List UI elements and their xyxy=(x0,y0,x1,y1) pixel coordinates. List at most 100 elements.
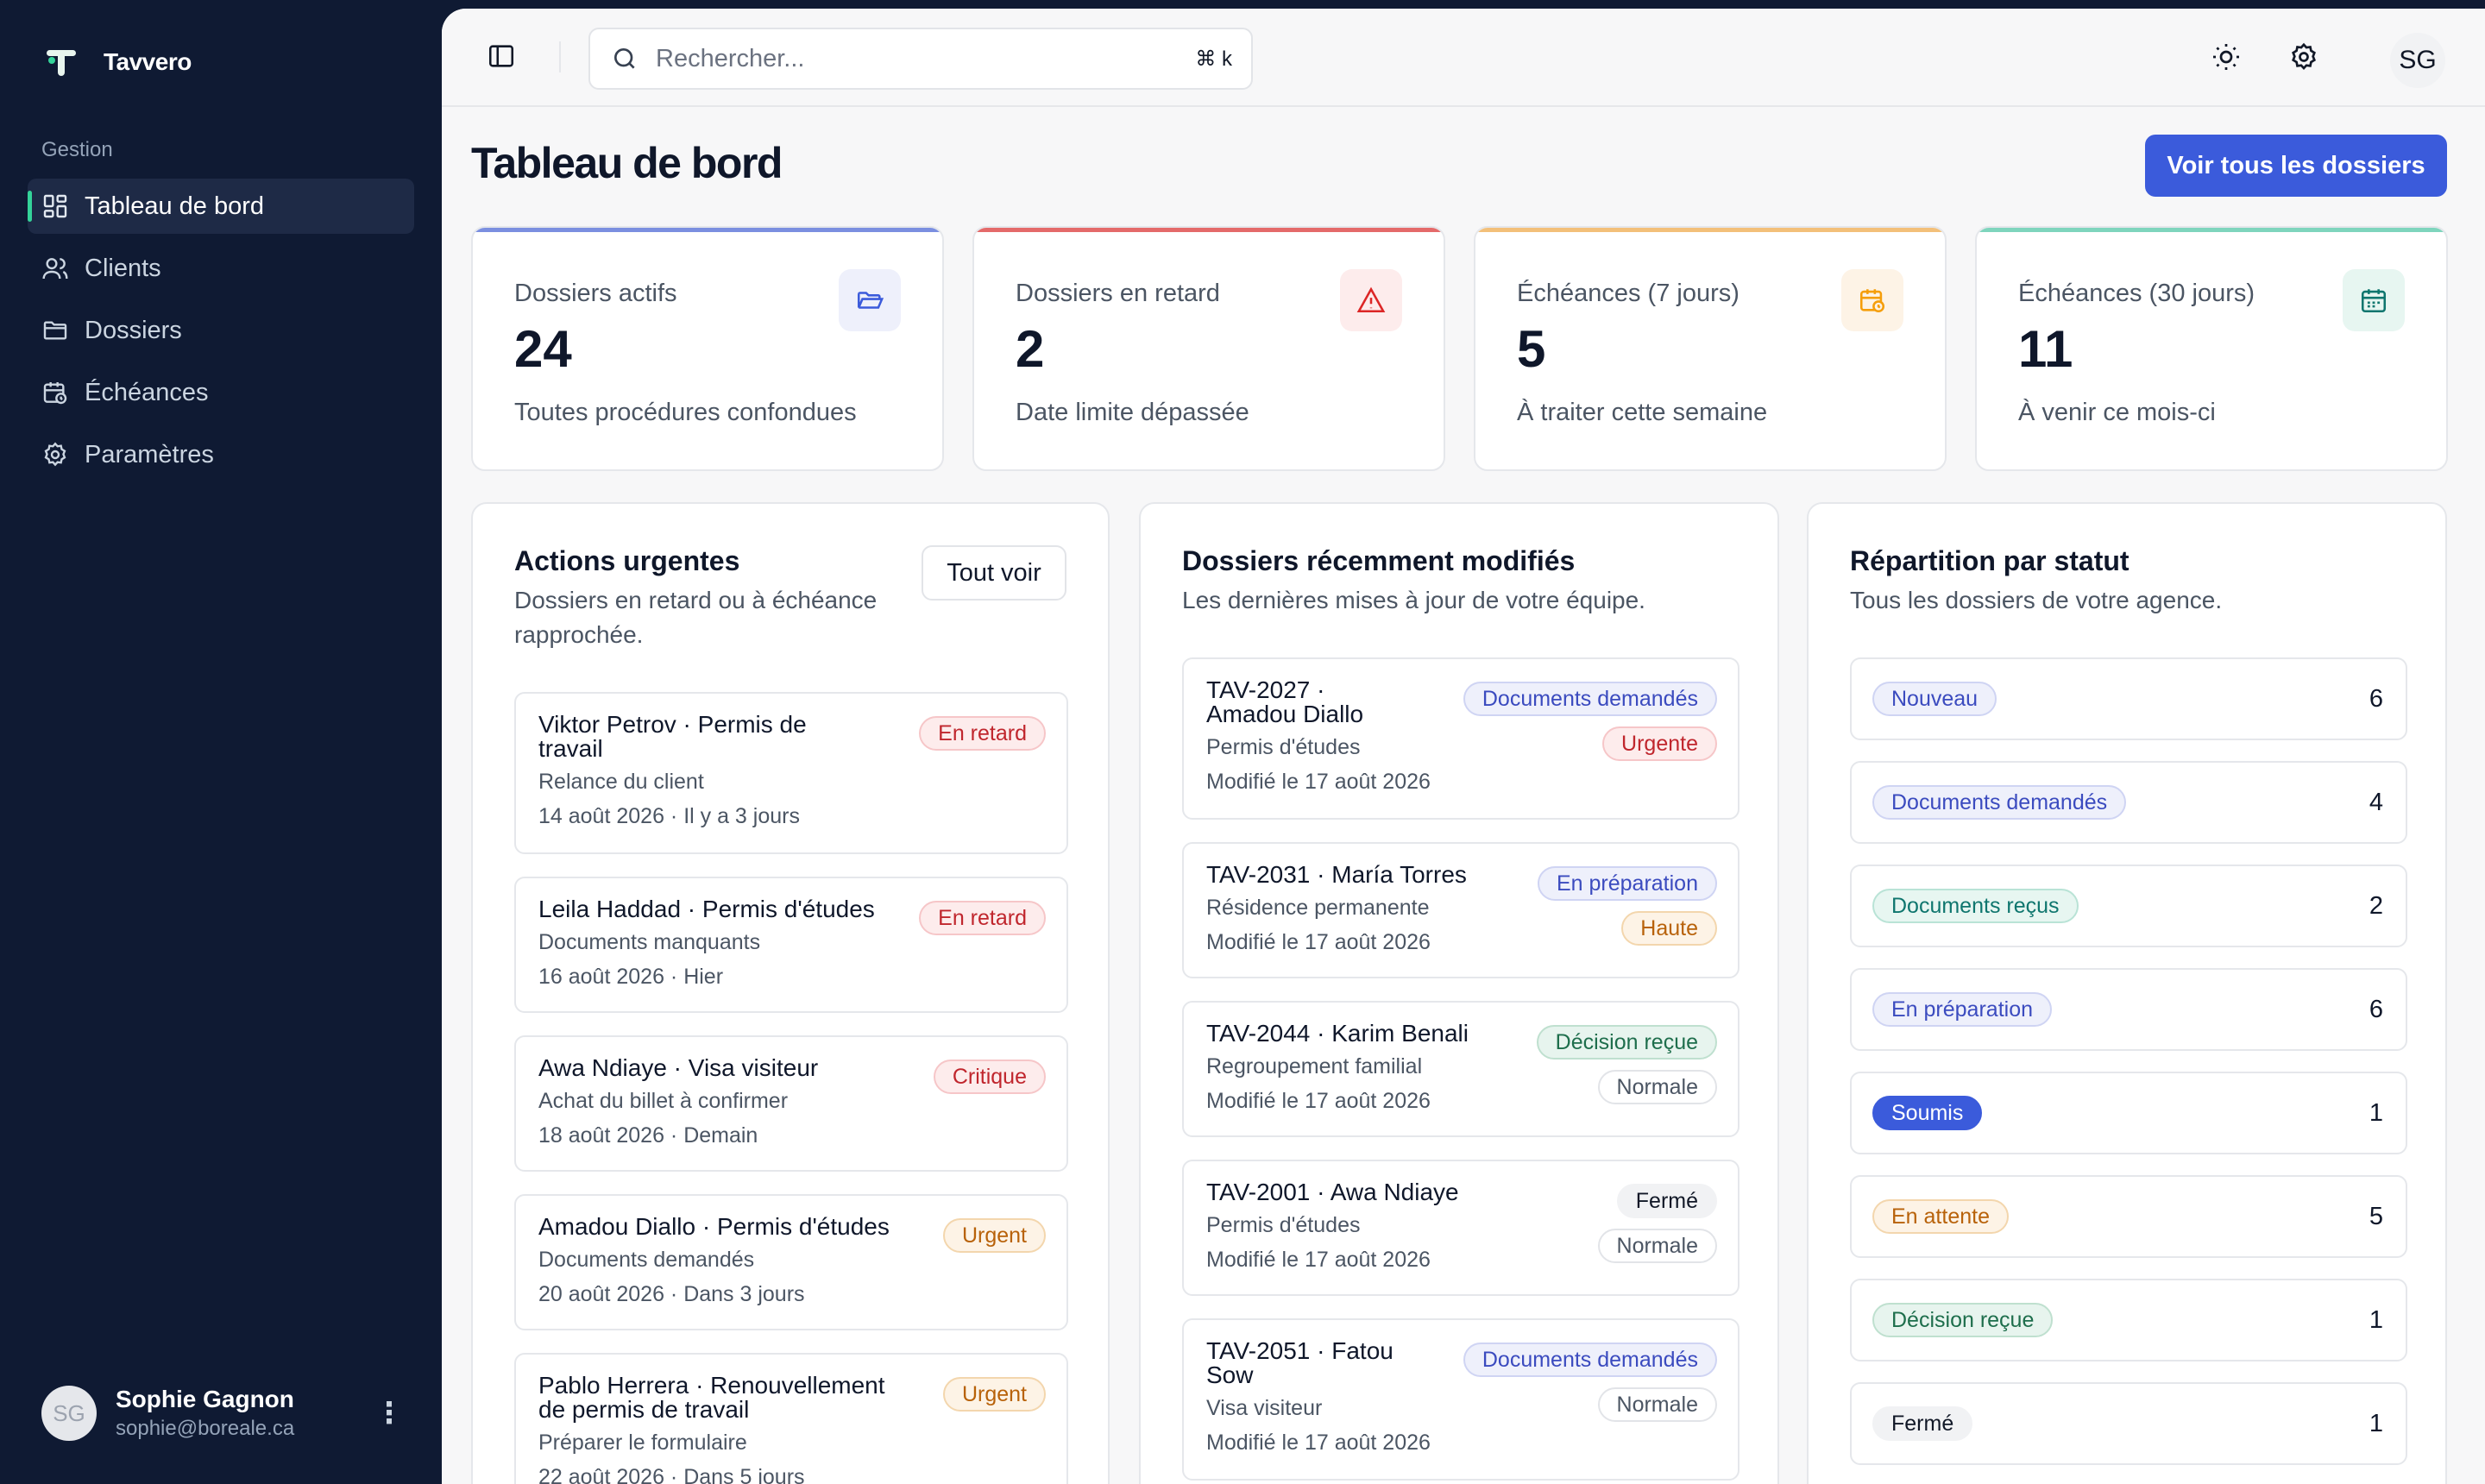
status-badge: En retard xyxy=(919,716,1046,751)
status-badge: En préparation xyxy=(1537,866,1717,901)
list-item[interactable]: Leila Haddad · Permis d'études Documents… xyxy=(514,877,1068,1013)
calendar-clock-icon xyxy=(1841,269,1903,331)
stat-subtitle: À traiter cette semaine xyxy=(1517,399,1768,426)
list-item[interactable]: TAV-2051 · Fatou Sow Visa visiteur Modifi… xyxy=(1182,1318,1740,1481)
item-title: TAV-2031 · María Torres xyxy=(1206,861,1467,888)
item-subtitle: Documents manquants xyxy=(538,930,761,954)
search-input[interactable] xyxy=(656,44,1173,73)
item-title: Viktor Petrov · Permis de travail xyxy=(538,711,807,762)
status-badge: Soumis xyxy=(1872,1096,1983,1130)
user-email: sophie@boreale.ca xyxy=(116,1417,295,1440)
item-title: Leila Haddad · Permis d'études xyxy=(538,896,875,922)
stat-accent xyxy=(473,228,942,232)
users-icon xyxy=(42,258,68,280)
user-name: Sophie Gagnon xyxy=(116,1386,294,1412)
status-count: 6 xyxy=(2369,685,2383,713)
search-icon xyxy=(614,48,635,69)
item-subtitle: Permis d'études xyxy=(1206,735,1361,759)
brand[interactable]: Tavvero xyxy=(45,47,192,78)
status-distribution-panel: Répartition par statut Tous les dossiers… xyxy=(1807,502,2447,1484)
status-badge: Urgent xyxy=(942,1377,1046,1412)
item-title: TAV-2027 · Amadou Diallo xyxy=(1206,676,1364,727)
folder-open-icon xyxy=(839,269,901,331)
stat-subtitle: À venir ce mois-ci xyxy=(2018,399,2216,426)
priority-badge: Urgente xyxy=(1602,726,1717,761)
panel-title: Répartition par statut xyxy=(1850,545,2130,576)
item-date: Modifié le 17 août 2026 xyxy=(1206,1089,1431,1113)
item-subtitle: Résidence permanente xyxy=(1206,896,1430,920)
priority-badge: Normale xyxy=(1597,1229,1717,1263)
alert-triangle-icon xyxy=(1340,269,1402,331)
sidebar-item-dashboard[interactable]: Tableau de bord xyxy=(28,179,414,234)
status-row[interactable]: En attente 5 xyxy=(1850,1175,2407,1258)
status-row[interactable]: Décision reçue 1 xyxy=(1850,1279,2407,1361)
status-row[interactable]: Soumis 1 xyxy=(1850,1072,2407,1154)
sidebar: Tavvero Gestion Tableau de bord Clients … xyxy=(0,0,442,1484)
recent-dossiers-panel: Dossiers récemment modifiés Les dernière… xyxy=(1139,502,1779,1484)
brand-logo-icon xyxy=(45,47,78,78)
sun-icon[interactable] xyxy=(2211,41,2242,72)
stat-accent xyxy=(1977,228,2446,232)
item-date: 20 août 2026 · Dans 3 jours xyxy=(538,1282,805,1306)
status-badge: Urgent xyxy=(942,1218,1046,1253)
status-row[interactable]: Documents reçus 2 xyxy=(1850,865,2407,947)
item-title: TAV-2001 · Awa Ndiaye xyxy=(1206,1179,1459,1205)
status-row[interactable]: Nouveau 6 xyxy=(1850,657,2407,740)
status-row[interactable]: Fermé 1 xyxy=(1850,1382,2407,1465)
sidebar-item-parametres[interactable]: Paramètres xyxy=(28,427,414,482)
gear-icon xyxy=(44,442,66,467)
sidebar-item-clients[interactable]: Clients xyxy=(28,241,414,296)
item-subtitle: Visa visiteur xyxy=(1206,1396,1323,1420)
sidebar-item-dossiers[interactable]: Dossiers xyxy=(28,303,414,358)
stat-accent xyxy=(974,228,1444,232)
sidebar-toggle-icon[interactable] xyxy=(487,41,516,71)
status-badge: Nouveau xyxy=(1872,682,1997,716)
sidebar-nav: Tableau de bord Clients Dossiers Échéanc… xyxy=(28,179,414,489)
gear-icon[interactable] xyxy=(2288,41,2319,72)
panel-description: Dossiers en retard ou à échéance rapproc… xyxy=(514,583,877,652)
sidebar-item-label: Dossiers xyxy=(85,316,182,344)
status-badge: Critique xyxy=(933,1060,1046,1094)
panel-title: Dossiers récemment modifiés xyxy=(1182,545,1576,576)
brand-name: Tavvero xyxy=(104,48,192,75)
stat-label: Dossiers en retard xyxy=(1016,280,1220,307)
view-all-dossiers-button[interactable]: Voir tous les dossiers xyxy=(2145,135,2447,197)
status-badge: Fermé xyxy=(1616,1184,1717,1218)
list-item[interactable]: TAV-2031 · María Torres Résidence perman… xyxy=(1182,842,1740,978)
main-content: ⌘ k SG Tableau de bord Voir tous les dos… xyxy=(442,9,2485,1484)
status-count: 4 xyxy=(2369,789,2383,816)
nav-group-label: Gestion xyxy=(41,138,113,161)
status-row[interactable]: Documents demandés 4 xyxy=(1850,761,2407,844)
more-vertical-icon[interactable]: ⋮ xyxy=(374,1399,404,1428)
stat-card-7days: Échéances (7 jours) 5 À traiter cette se… xyxy=(1474,226,1947,471)
panel-title: Actions urgentes xyxy=(514,545,740,576)
status-badge: Fermé xyxy=(1872,1406,1973,1441)
list-item[interactable]: Awa Ndiaye · Visa visiteur Achat du bill… xyxy=(514,1035,1068,1172)
list-item[interactable]: Amadou Diallo · Permis d'études Document… xyxy=(514,1194,1068,1330)
avatar[interactable]: SG xyxy=(2390,33,2445,88)
list-item[interactable]: Viktor Petrov · Permis de travail Relance… xyxy=(514,692,1068,854)
list-item[interactable]: TAV-2001 · Awa Ndiaye Permis d'études Mo… xyxy=(1182,1160,1740,1296)
list-item[interactable]: TAV-2044 · Karim Benali Regroupement fam… xyxy=(1182,1001,1740,1137)
item-date: Modifié le 17 août 2026 xyxy=(1206,1248,1431,1272)
item-title: Pablo Herrera · Renouvellement de permis … xyxy=(538,1372,885,1423)
user-profile[interactable]: SG Sophie Gagnon sophie@boreale.ca ⋮ xyxy=(41,1382,404,1444)
status-badge: En retard xyxy=(919,901,1046,935)
list-item[interactable]: Pablo Herrera · Renouvellement de permis … xyxy=(514,1353,1068,1484)
status-row[interactable]: En préparation 6 xyxy=(1850,968,2407,1051)
item-date: Modifié le 17 août 2026 xyxy=(1206,1431,1431,1455)
stat-subtitle: Toutes procédures confondues xyxy=(514,399,857,426)
topbar: ⌘ k SG xyxy=(442,9,2485,107)
list-item[interactable]: TAV-2027 · Amadou Diallo Permis d'études … xyxy=(1182,657,1740,820)
item-title: Amadou Diallo · Permis d'études xyxy=(538,1213,890,1240)
item-subtitle: Préparer le formulaire xyxy=(538,1431,747,1455)
item-date: Modifié le 17 août 2026 xyxy=(1206,930,1431,954)
panel-description: Tous les dossiers de votre agence. xyxy=(1850,587,2223,613)
search-bar[interactable]: ⌘ k xyxy=(588,28,1253,90)
calendar-clock-icon xyxy=(43,382,67,405)
see-all-button[interactable]: Tout voir xyxy=(922,545,1066,601)
calendar-icon xyxy=(2343,269,2405,331)
item-date: 18 août 2026 · Demain xyxy=(538,1123,758,1148)
sidebar-item-echeances[interactable]: Échéances xyxy=(28,365,414,420)
stat-subtitle: Date limite dépassée xyxy=(1016,399,1249,426)
